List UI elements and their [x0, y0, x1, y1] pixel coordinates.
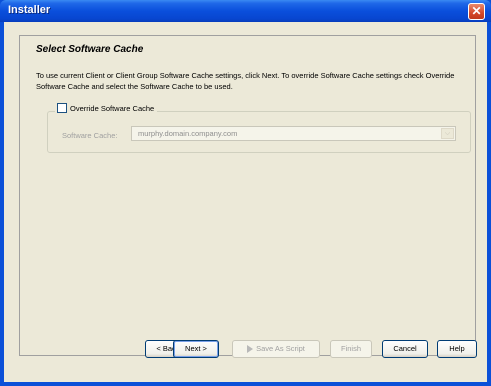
help-button[interactable]: Help: [437, 340, 477, 358]
save-as-script-button[interactable]: Save As Script: [232, 340, 320, 358]
next-button[interactable]: Next >: [173, 340, 219, 358]
play-icon: [247, 345, 254, 354]
override-checkbox-row[interactable]: Override Software Cache: [55, 103, 158, 113]
finish-button[interactable]: Finish: [330, 340, 372, 358]
title-bar[interactable]: Installer ✕: [0, 0, 491, 22]
cancel-button[interactable]: Cancel: [382, 340, 428, 358]
save-as-script-label: Save As Script: [256, 344, 305, 353]
next-button-label: Next >: [185, 344, 207, 353]
finish-button-label: Finish: [340, 344, 361, 353]
installer-window: Installer ✕: [0, 0, 491, 386]
chevron-down-icon[interactable]: ⌵: [441, 128, 454, 139]
software-cache-value: murphy.domain.company.com: [138, 129, 238, 138]
page-description: To use current Client or Client Group So…: [36, 71, 455, 91]
cancel-button-label: Cancel: [393, 344, 417, 353]
override-checkbox-label: Override Software Cache: [70, 103, 155, 113]
page-title: Select Software Cache: [36, 44, 144, 55]
software-cache-select[interactable]: murphy.domain.company.com ⌵: [131, 126, 456, 141]
software-cache-label: Software Cache:: [62, 131, 118, 140]
help-button-label: Help: [449, 344, 465, 353]
override-checkbox[interactable]: [57, 103, 67, 113]
close-icon[interactable]: ✕: [468, 3, 485, 20]
window-title: Installer: [8, 4, 51, 16]
